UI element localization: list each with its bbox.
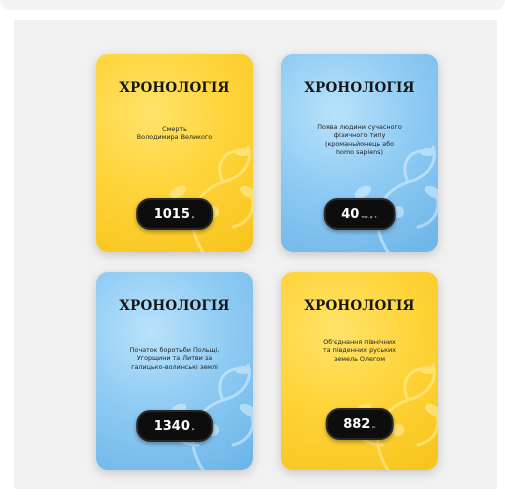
chronology-card-882[interactable]: ХРОНОЛОГІЯ Об'єднання північних та півден…	[281, 272, 438, 470]
cards-panel: ХРОНОЛОГІЯ Смерть Володимира Великого 101…	[14, 20, 497, 489]
card-description: Поява людини сучасного фізичного типу (кро…	[317, 123, 402, 156]
year-value: 1015	[153, 206, 190, 222]
year-badge: 40 тис. р. т.	[323, 198, 396, 230]
floral-ornament-icon	[169, 145, 253, 252]
card-title: ХРОНОЛОГІЯ	[119, 298, 230, 314]
chronology-card-1340[interactable]: ХРОНОЛОГІЯ Початок боротьби Польщі, Угорщ…	[96, 272, 253, 470]
card-title: ХРОНОЛОГІЯ	[304, 80, 415, 96]
year-value: 882	[343, 416, 371, 432]
year-value: 40	[341, 206, 360, 222]
year-suffix: р.	[372, 424, 376, 429]
year-badge: 882 р.	[325, 408, 394, 440]
year-suffix: р.	[191, 214, 196, 219]
chronology-card-40[interactable]: ХРОНОЛОГІЯ Поява людини сучасного фізично…	[281, 54, 438, 252]
year-suffix: тис. р. т.	[361, 214, 378, 219]
card-description: Об'єднання північних та південних руських…	[323, 338, 396, 363]
top-bar	[0, 0, 505, 10]
year-suffix: р.	[191, 426, 196, 431]
chronology-card-1015[interactable]: ХРОНОЛОГІЯ Смерть Володимира Великого 101…	[96, 54, 253, 252]
card-description: Початок боротьби Польщі, Угорщини та Литв…	[129, 346, 220, 371]
year-value: 1340	[153, 418, 190, 434]
year-badge: 1015 р.	[135, 198, 214, 230]
card-description: Смерть Володимира Великого	[136, 125, 213, 142]
card-title: ХРОНОЛОГІЯ	[119, 80, 230, 96]
year-badge: 1340 р.	[135, 410, 214, 442]
card-title: ХРОНОЛОГІЯ	[304, 298, 415, 314]
